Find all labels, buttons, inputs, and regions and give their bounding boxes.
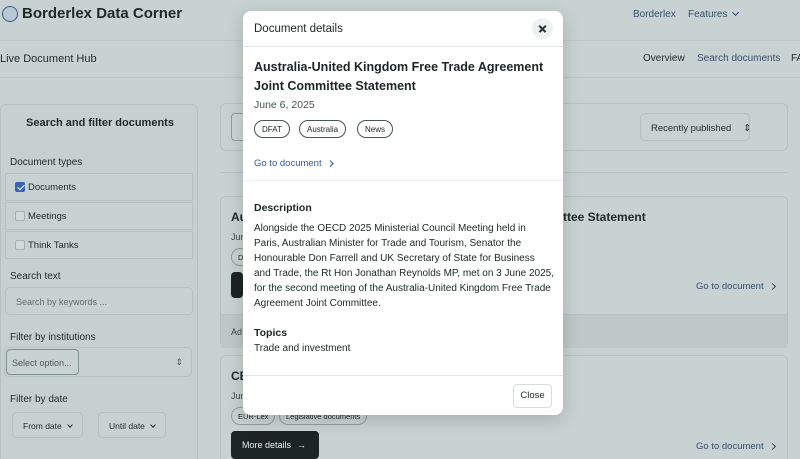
tag-australia: Australia (299, 120, 347, 138)
sort-label: Recently published (651, 123, 732, 134)
nav-link-features[interactable]: Features (688, 8, 740, 20)
brand-name[interactable]: Borderlex Data Corner (22, 5, 182, 22)
modal-footer: Close (243, 375, 563, 415)
type-row-meetings[interactable]: Meetings (5, 202, 193, 230)
go-to-document-link[interactable]: Go to document (254, 158, 334, 169)
result-card-goto-link[interactable]: Go to document (696, 441, 776, 452)
tag-news: News (357, 120, 394, 138)
search-text-label: Search text (10, 271, 61, 282)
more-details-button[interactable] (231, 272, 243, 298)
tag-dfat: DFAT (254, 120, 290, 138)
type-label: Think Tanks (28, 240, 79, 251)
more-details-label: More details (242, 440, 292, 450)
document-title: Australia-United Kingdom Free Trade Agre… (254, 60, 544, 93)
close-button[interactable]: Close (513, 384, 552, 408)
result-card-goto-link[interactable]: Go to document (696, 281, 776, 292)
documents-checkbox[interactable] (15, 182, 25, 192)
date-filter-label: Filter by date (10, 394, 68, 405)
updown-chevron-icon: ⇕ (743, 123, 752, 134)
document-date: June 6, 2025 (254, 99, 315, 111)
more-details-button[interactable]: More details → (231, 431, 319, 459)
hub-link-fa[interactable]: FA (791, 53, 800, 64)
result-card-title-end[interactable]: ttee Statement (563, 210, 646, 224)
until-date-label: Until date (109, 421, 145, 431)
modal-header: Document details (243, 11, 563, 47)
search-placeholder: Search by keywords ... (16, 297, 108, 307)
chevron-down-icon (150, 422, 156, 428)
sidebar-heading: Search and filter documents (26, 117, 174, 129)
updown-chevron-icon: ⇕ (175, 357, 183, 367)
institutions-label: Filter by institutions (10, 332, 96, 343)
type-label: Meetings (28, 211, 67, 222)
hub-link-overview[interactable]: Overview (643, 53, 685, 64)
institutions-placeholder: Select option... (12, 358, 72, 368)
institutions-select-focus[interactable]: Select option... (6, 349, 79, 375)
modal-heading: Document details (254, 23, 343, 35)
document-types-label: Document types (10, 157, 83, 168)
nav-link-borderlex[interactable]: Borderlex (633, 9, 676, 20)
chevron-right-icon (768, 442, 776, 451)
arrow-right-icon: → (297, 440, 307, 450)
hub-link-search-documents[interactable]: Search documents (697, 53, 780, 64)
goto-label: Go to document (696, 281, 764, 292)
go-to-document-label: Go to document (254, 158, 322, 169)
chevron-down-icon (732, 8, 740, 17)
description-text: Alongside the OECD 2025 Ministerial Coun… (254, 223, 555, 309)
from-date-button[interactable]: From date (12, 412, 83, 438)
institutions-select[interactable]: Select option... ⇕ (4, 347, 192, 377)
from-date-label: From date (23, 421, 62, 431)
type-row-think-tanks[interactable]: Think Tanks (5, 231, 193, 259)
chevron-right-icon (768, 282, 776, 291)
result-card-footer-text: Ad (231, 327, 243, 337)
meetings-checkbox[interactable] (15, 211, 25, 221)
hub-title: Live Document Hub (0, 53, 97, 65)
document-details-modal: Document details Australia-United Kingdo… (243, 11, 563, 415)
keyword-search-input[interactable]: Search by keywords ... (5, 287, 193, 315)
goto-label: Go to document (696, 441, 764, 452)
description-heading: Description (254, 202, 312, 214)
type-label: Documents (28, 182, 77, 193)
type-row-documents[interactable]: Documents (5, 173, 193, 201)
nav-link-features-label: Features (688, 9, 728, 20)
until-date-button[interactable]: Until date (98, 412, 166, 438)
chevron-down-icon (66, 422, 73, 428)
chevron-right-icon (326, 159, 334, 166)
sort-select[interactable]: Recently published ⇕ (640, 113, 752, 141)
modal-divider (243, 180, 563, 181)
filter-sidebar: Search and filter documents Document typ… (0, 104, 198, 459)
globe-logo-icon (2, 6, 18, 22)
close-icon[interactable] (532, 18, 553, 39)
topics-heading: Topics (254, 327, 288, 339)
think-tanks-checkbox[interactable] (15, 240, 25, 250)
topics-text: Trade and investment (254, 343, 351, 354)
